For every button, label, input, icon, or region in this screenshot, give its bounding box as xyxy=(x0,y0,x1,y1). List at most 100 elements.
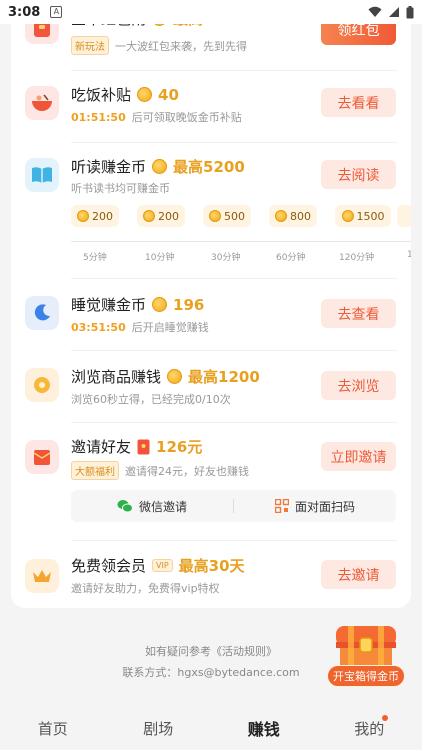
coin-icon xyxy=(137,87,153,102)
qr-invite-button[interactable]: 面对面扫码 xyxy=(234,498,396,515)
battery-icon xyxy=(406,5,414,18)
signal-icon xyxy=(389,7,399,17)
task-browse: 浏览商品赚钱 最高1200 浏览60秒立得，已经完成0/10次 去浏览 xyxy=(11,360,411,420)
tab-label: 我的 xyxy=(354,719,385,738)
vip-button[interactable]: 去邀请 xyxy=(321,560,396,589)
task-vip: 免费领会员 VIP 最高30天 邀请好友助力，免费得vip特权 去邀请 xyxy=(11,550,411,608)
reward-chip: 200 xyxy=(137,205,185,227)
timeline-label: 5分钟 xyxy=(83,253,107,263)
chip-value: 800 xyxy=(290,209,311,223)
wifi-icon xyxy=(368,6,382,17)
invite-desc: 邀请得24元，好友也赚钱 xyxy=(125,464,249,478)
reward-chip: 200 xyxy=(71,205,119,227)
timeline-label: 10分钟 xyxy=(145,253,175,263)
sleep-reward: 196 xyxy=(173,295,205,314)
coin-icon xyxy=(275,210,287,222)
chip-value: 200 xyxy=(158,209,179,223)
timeline-labels: 5分钟 10分钟 30分钟 60分钟 120分钟 1 xyxy=(71,250,411,264)
invite-share-bar: 微信邀请 面对面扫码 xyxy=(71,490,396,522)
notification-icon: A xyxy=(50,6,63,18)
browse-reward: 最高1200 xyxy=(188,368,260,386)
coin-icon xyxy=(77,210,89,222)
notification-dot xyxy=(382,714,388,721)
reward-chips: 200 200 500 800 1500 xyxy=(71,205,411,229)
coin-icon xyxy=(152,297,168,312)
listen-desc: 听书读书均可赚金币 xyxy=(71,182,170,195)
invite-tag: 大额福利 xyxy=(71,461,119,480)
bottom-tab-bar: 首页 剧场 赚钱 我的 xyxy=(0,706,422,750)
meal-countdown: 01:51:50 xyxy=(71,110,126,124)
timeline-label: 1 xyxy=(407,250,411,260)
vip-reward: 最高30天 xyxy=(178,557,245,575)
listen-title: 听读赚金币 xyxy=(71,158,147,176)
timeline-label: 30分钟 xyxy=(211,253,241,263)
vip-desc: 邀请好友助力，免费得vip特权 xyxy=(71,582,220,595)
book-icon xyxy=(25,158,59,192)
invite-title: 邀请好友 xyxy=(71,438,132,456)
tab-label: 赚钱 xyxy=(247,720,280,739)
listen-button[interactable]: 去阅读 xyxy=(321,160,396,189)
invite-button[interactable]: 立即邀请 xyxy=(321,442,396,471)
tab-home[interactable]: 首页 xyxy=(0,718,106,739)
chip-value: 500 xyxy=(224,209,245,223)
progress-timeline xyxy=(71,241,411,242)
coin-icon xyxy=(143,210,155,222)
divider xyxy=(71,422,397,423)
meal-desc: 后可领取晚饭金币补贴 xyxy=(131,111,242,124)
task-meal: 吃饭补贴 40 01:51:50 后可领取晚饭金币补贴 去看看 xyxy=(11,80,411,140)
sleep-countdown: 03:51:50 xyxy=(71,320,126,334)
coin-icon xyxy=(209,210,221,222)
wechat-invite-label: 微信邀请 xyxy=(138,499,187,514)
listen-reward: 最高5200 xyxy=(173,158,245,176)
sleep-title: 睡觉赚金币 xyxy=(71,296,147,314)
qr-code-icon xyxy=(274,499,289,513)
red-packet-icon xyxy=(137,439,150,454)
reward-chip: 1500 xyxy=(335,205,391,227)
meal-reward: 40 xyxy=(158,85,179,104)
vip-badge: VIP xyxy=(152,559,173,572)
task-sleep: 睡觉赚金币 196 03:51:50 后开启睡觉赚钱 去查看 xyxy=(11,288,411,348)
reward-chip xyxy=(397,205,411,227)
tab-earn[interactable]: 赚钱 xyxy=(211,716,317,740)
browse-desc: 浏览60秒立得，已经完成0/10次 xyxy=(71,393,231,406)
crown-icon xyxy=(25,559,59,593)
task-card: 金币红包雨 最高2888 新玩法 一大波红包来袭，先到先得 领红包 吃饭补贴 4… xyxy=(11,0,411,608)
tab-mine[interactable]: 我的 xyxy=(317,714,422,739)
coin-icon xyxy=(341,210,354,222)
task-invite: 邀请好友 126元 大额福利 邀请得24元，好友也赚钱 立即邀请 xyxy=(11,432,411,492)
meal-button[interactable]: 去看看 xyxy=(321,88,396,117)
browse-title: 浏览商品赚钱 xyxy=(71,368,162,386)
reward-chip: 500 xyxy=(203,205,251,227)
divider xyxy=(71,540,397,541)
wechat-invite-button[interactable]: 微信邀请 xyxy=(71,498,233,515)
meal-title: 吃饭补贴 xyxy=(71,86,132,104)
divider xyxy=(71,278,397,279)
treasure-chest-button[interactable]: 开宝箱得金币 xyxy=(327,665,405,687)
vip-title: 免费领会员 xyxy=(71,557,147,575)
tab-label: 剧场 xyxy=(143,719,174,738)
browse-coin-icon xyxy=(25,368,59,402)
timeline-label: 60分钟 xyxy=(276,253,306,263)
sleep-button[interactable]: 去查看 xyxy=(321,299,396,328)
status-time: 3:08 xyxy=(8,4,41,20)
timeline-label: 120分钟 xyxy=(339,253,375,263)
browse-button[interactable]: 去浏览 xyxy=(321,371,396,400)
status-bar: 3:08 A xyxy=(0,0,422,24)
divider xyxy=(71,350,397,351)
hongbao-desc: 一大波红包来袭，先到先得 xyxy=(115,39,247,53)
divider xyxy=(71,142,397,143)
sleep-desc: 后开启睡觉赚钱 xyxy=(131,321,209,334)
bowl-icon xyxy=(25,86,59,120)
reward-chip: 800 xyxy=(269,205,317,227)
coin-icon xyxy=(152,159,168,174)
wechat-icon xyxy=(117,500,133,513)
tab-label: 首页 xyxy=(37,719,68,738)
gift-envelope-icon xyxy=(25,440,59,474)
chip-value: 1500 xyxy=(356,209,385,223)
divider xyxy=(71,70,397,71)
invite-reward: 126元 xyxy=(156,438,203,456)
qr-invite-label: 面对面扫码 xyxy=(294,499,355,514)
hongbao-tag: 新玩法 xyxy=(71,36,109,55)
tab-theater[interactable]: 剧场 xyxy=(106,718,212,739)
chip-value: 200 xyxy=(92,209,113,223)
